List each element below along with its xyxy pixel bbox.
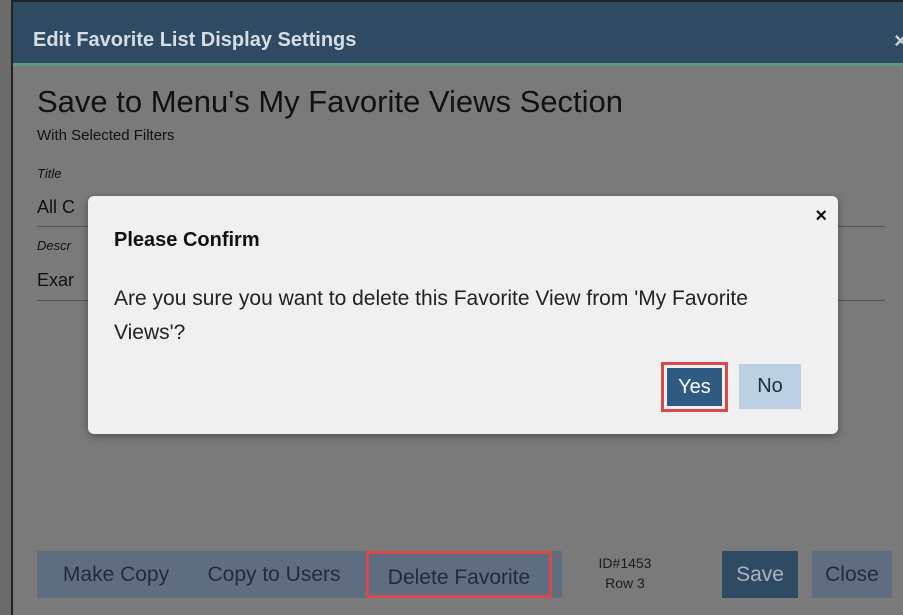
confirm-yes-button[interactable]: Yes	[661, 362, 728, 412]
save-button[interactable]: Save	[722, 551, 798, 598]
description-field-input[interactable]: Exar	[37, 270, 74, 291]
title-field-input[interactable]: All C	[37, 197, 75, 218]
dialog-close-icon[interactable]: ×	[894, 30, 903, 52]
modal-title: Please Confirm	[114, 229, 260, 251]
confirm-no-button[interactable]: No	[739, 364, 801, 409]
modal-close-icon[interactable]: ×	[815, 206, 827, 226]
section-heading: Save to Menu's My Favorite Views Section	[37, 84, 623, 119]
modal-message: Are you sure you want to delete this Fav…	[114, 287, 748, 344]
delete-favorite-button[interactable]: Delete Favorite	[366, 551, 552, 598]
dialog-titlebar: Edit Favorite List Display Settings ×	[13, 2, 903, 66]
title-field-label: Title	[37, 166, 62, 181]
record-id-block: ID#1453 Row 3	[580, 553, 670, 593]
close-button[interactable]: Close	[812, 551, 892, 598]
confirm-yes-label[interactable]: Yes	[667, 368, 722, 406]
record-id: ID#1453	[598, 555, 652, 571]
section-subheading: With Selected Filters	[37, 127, 175, 144]
copy-to-users-button[interactable]: Copy to Users	[194, 551, 354, 598]
make-copy-button[interactable]: Make Copy	[51, 551, 181, 598]
description-field-label: Descr	[37, 238, 71, 253]
dialog-title: Edit Favorite List Display Settings	[33, 29, 357, 51]
record-row: Row 3	[605, 575, 645, 591]
dialog-footer: Make Copy Copy to Users Delete Favorite …	[37, 551, 897, 598]
confirm-modal: × Please Confirm Are you sure you want t…	[88, 196, 838, 434]
